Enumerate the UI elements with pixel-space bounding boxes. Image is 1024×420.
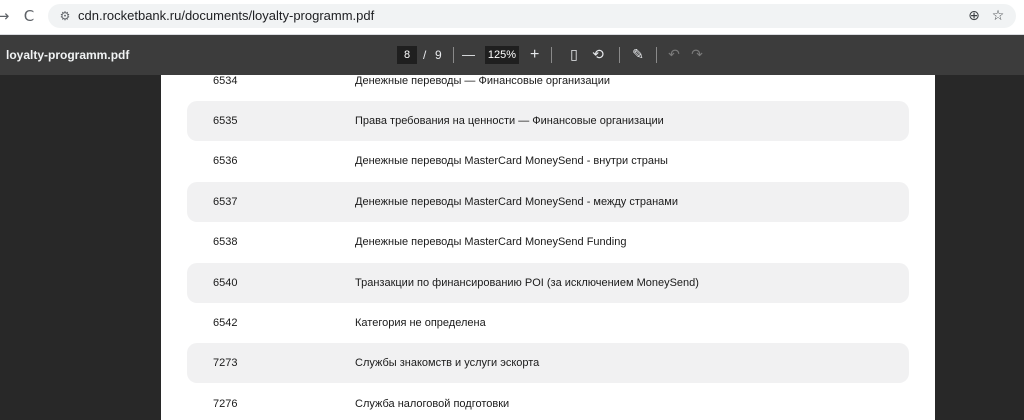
- table-row: 7276 Служба налоговой подготовки: [187, 384, 909, 420]
- mcc-description: Денежные переводы MasterCard MoneySend F…: [355, 236, 627, 248]
- table-row: 6534 Денежные переводы — Финансовые орга…: [187, 75, 909, 101]
- mcc-code: 6540: [213, 277, 238, 289]
- fit-page-icon[interactable]: ▯: [563, 44, 585, 66]
- mcc-description: Транзакции по финансированию POI (за иск…: [355, 277, 699, 289]
- toolbar-divider: [453, 47, 454, 63]
- pdf-toolbar: loyalty-programm.pdf 8 / 9 — 125% + ▯ ⟲ …: [0, 35, 1024, 75]
- mcc-description: Права требования на ценности — Финансовы…: [355, 115, 664, 127]
- table-row: 6536 Денежные переводы MasterCard MoneyS…: [187, 141, 909, 181]
- table-row: 7273 Службы знакомств и услуги эскорта: [187, 343, 909, 383]
- undo-icon[interactable]: ↶: [663, 44, 685, 66]
- table-row: 6538 Денежные переводы MasterCard MoneyS…: [187, 222, 909, 262]
- toolbar-divider: [551, 47, 552, 63]
- zoom-out-button[interactable]: —: [462, 35, 475, 75]
- mcc-code: 6534: [213, 75, 238, 87]
- forward-icon[interactable]: →: [0, 5, 14, 27]
- total-pages: 9: [435, 48, 442, 62]
- mcc-description: Денежные переводы — Финансовые организац…: [355, 75, 611, 87]
- toolbar-divider: [619, 47, 620, 63]
- mcc-code: 6537: [213, 196, 238, 208]
- mcc-description: Денежные переводы MasterCard MoneySend -…: [355, 196, 678, 208]
- mcc-code: 6536: [213, 155, 238, 167]
- table-row: 6535 Права требования на ценности — Фина…: [187, 101, 909, 141]
- pdf-page: 6534 Денежные переводы — Финансовые орга…: [161, 75, 935, 420]
- browser-toolbar: → C ⚙ cdn.rocketbank.ru/documents/loyalt…: [0, 0, 1024, 35]
- url-text[interactable]: cdn.rocketbank.ru/documents/loyalty-prog…: [78, 4, 374, 28]
- bookmark-star-icon[interactable]: ☆: [987, 5, 1009, 27]
- document-title: loyalty-programm.pdf: [6, 48, 130, 62]
- address-bar[interactable]: ⚙ cdn.rocketbank.ru/documents/loyalty-pr…: [48, 4, 1016, 28]
- page-separator: /: [423, 48, 427, 62]
- mcc-code: 6535: [213, 115, 238, 127]
- rotate-icon[interactable]: ⟲: [587, 44, 609, 66]
- page-number-input[interactable]: 8: [397, 46, 417, 64]
- annotate-pen-icon[interactable]: ✎: [627, 44, 649, 66]
- mcc-code: 6538: [213, 236, 238, 248]
- zoom-icon[interactable]: ⊕: [963, 5, 985, 27]
- mcc-code: 7276: [213, 398, 238, 410]
- mcc-description: Категория не определена: [355, 317, 486, 329]
- table-row: 6537 Денежные переводы MasterCard MoneyS…: [187, 182, 909, 222]
- site-info-icon[interactable]: ⚙: [56, 7, 74, 25]
- redo-icon[interactable]: ↷: [686, 44, 708, 66]
- toolbar-divider: [656, 47, 657, 63]
- mcc-code: 6542: [213, 317, 238, 329]
- reload-icon[interactable]: C: [18, 5, 40, 27]
- mcc-code: 7273: [213, 357, 238, 369]
- zoom-level-input[interactable]: 125%: [485, 46, 519, 64]
- table-row: 6540 Транзакции по финансированию POI (з…: [187, 263, 909, 303]
- pdf-viewer[interactable]: 6534 Денежные переводы — Финансовые орга…: [0, 75, 1024, 420]
- table-row: 6542 Категория не определена: [187, 303, 909, 343]
- mcc-description: Служба налоговой подготовки: [355, 398, 510, 410]
- mcc-description: Денежные переводы MasterCard MoneySend -…: [355, 155, 668, 167]
- mcc-description: Службы знакомств и услуги эскорта: [355, 357, 540, 369]
- zoom-in-button[interactable]: +: [530, 35, 539, 75]
